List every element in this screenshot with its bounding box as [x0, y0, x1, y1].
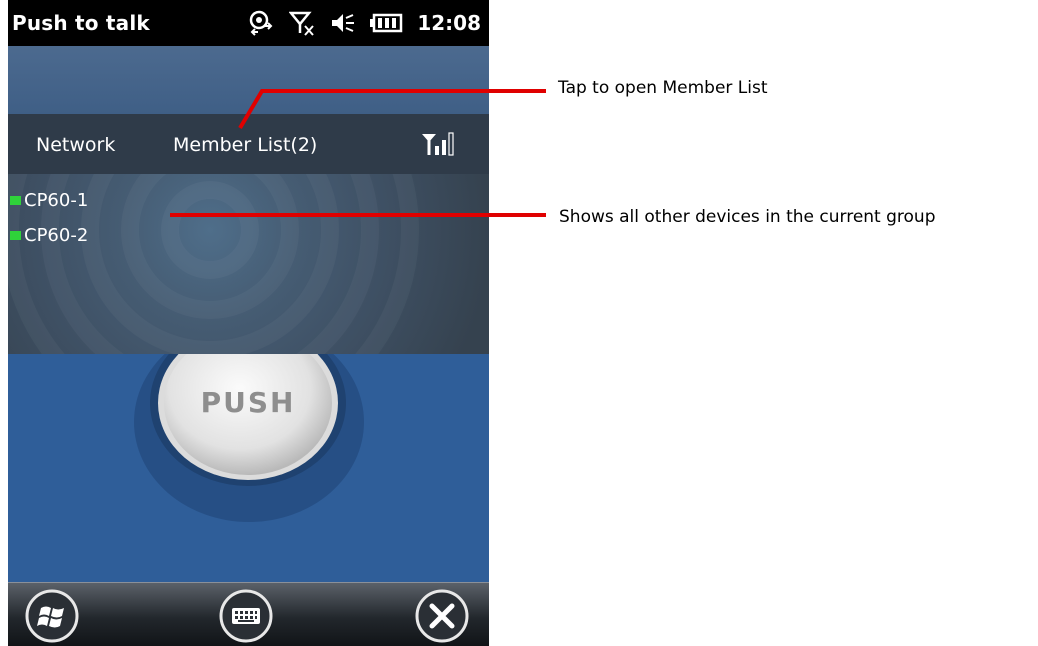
- callout-lines: [170, 89, 546, 217]
- members-callout-text: Shows all other devices in the current g…: [559, 207, 936, 227]
- member-list-callout-text: Tap to open Member List: [558, 78, 768, 98]
- member-list-callout-line: [238, 89, 546, 130]
